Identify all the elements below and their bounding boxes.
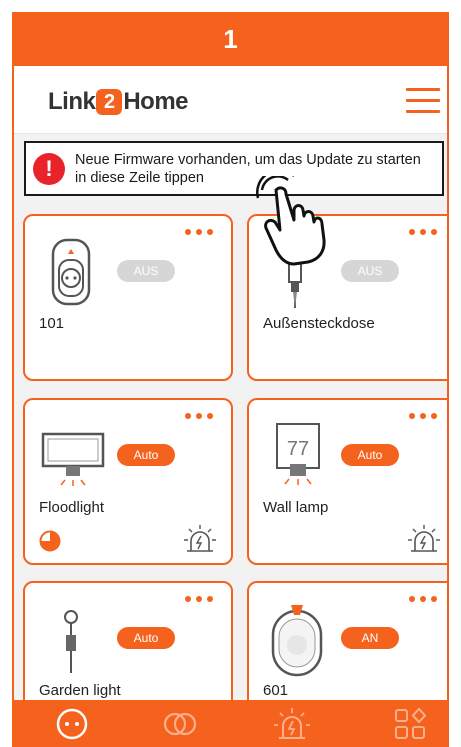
timer-icon[interactable] [39,530,61,552]
notice-line-2: in diese Zeile tippen [75,169,204,186]
more-options-icon[interactable] [409,229,437,235]
device-name: 601 [263,682,289,699]
wall-lamp-display: 77 [287,438,309,460]
notice-text: Neue Firmware vorhanden, um das Update z… [75,151,421,187]
alarm-icon[interactable] [270,706,314,742]
floodlight-icon [41,432,105,486]
state-badge[interactable]: AUS [117,260,175,282]
device-name: Floodlight [39,499,105,516]
devices-icon[interactable] [50,706,94,742]
motion-sensor-icon[interactable] [407,523,441,555]
device-name: Garden light [39,682,121,699]
more-options-icon[interactable] [185,596,213,602]
device-tile-101[interactable]: AUS 101 [23,214,233,381]
logo-text-home: Home [123,88,189,115]
logo-text-link: Link [48,88,96,115]
state-badge[interactable]: AUS [341,260,399,282]
more-options-icon[interactable] [185,229,213,235]
more-options-icon[interactable] [409,596,437,602]
more-options-icon[interactable] [409,413,437,419]
state-badge[interactable]: Auto [117,444,175,466]
scenes-icon[interactable] [388,706,432,742]
device-tile-floodlight[interactable]: Auto Floodlight [23,398,233,565]
bottom-nav [14,700,447,747]
phone-screen: Link 2 Home ! Neue Firmware vorhanden, u… [12,66,449,747]
more-options-icon[interactable] [185,413,213,419]
app-logo: Link 2 Home [48,88,189,116]
device-name: 101 [39,315,65,332]
garden-light-icon [64,610,78,673]
wall-lamp-icon: 77 [276,423,320,485]
state-badge[interactable]: Auto [117,627,175,649]
device-name: Außensteckdose [263,315,375,332]
state-badge[interactable]: AN [341,627,399,649]
device-name: Wall lamp [263,499,329,516]
logo-badge: 2 [96,89,123,115]
hamburger-menu-icon[interactable] [406,88,440,114]
tap-hand-icon [256,176,326,266]
motion-sensor-icon[interactable] [183,523,217,555]
step-banner: 1 [12,12,449,66]
alert-icon: ! [33,152,65,185]
state-badge[interactable]: Auto [341,444,399,466]
device-tile-wall-lamp[interactable]: 77 Auto Wall lamp [247,398,447,565]
groups-icon[interactable] [158,706,202,742]
firmware-update-notice[interactable]: ! Neue Firmware vorhanden, um das Update… [24,141,444,196]
notice-line-1: Neue Firmware vorhanden, um das Update z… [75,151,421,168]
smart-plug-icon [51,238,91,306]
step-number: 1 [223,24,238,54]
siren-icon [271,605,323,677]
app-header: Link 2 Home [14,66,447,134]
